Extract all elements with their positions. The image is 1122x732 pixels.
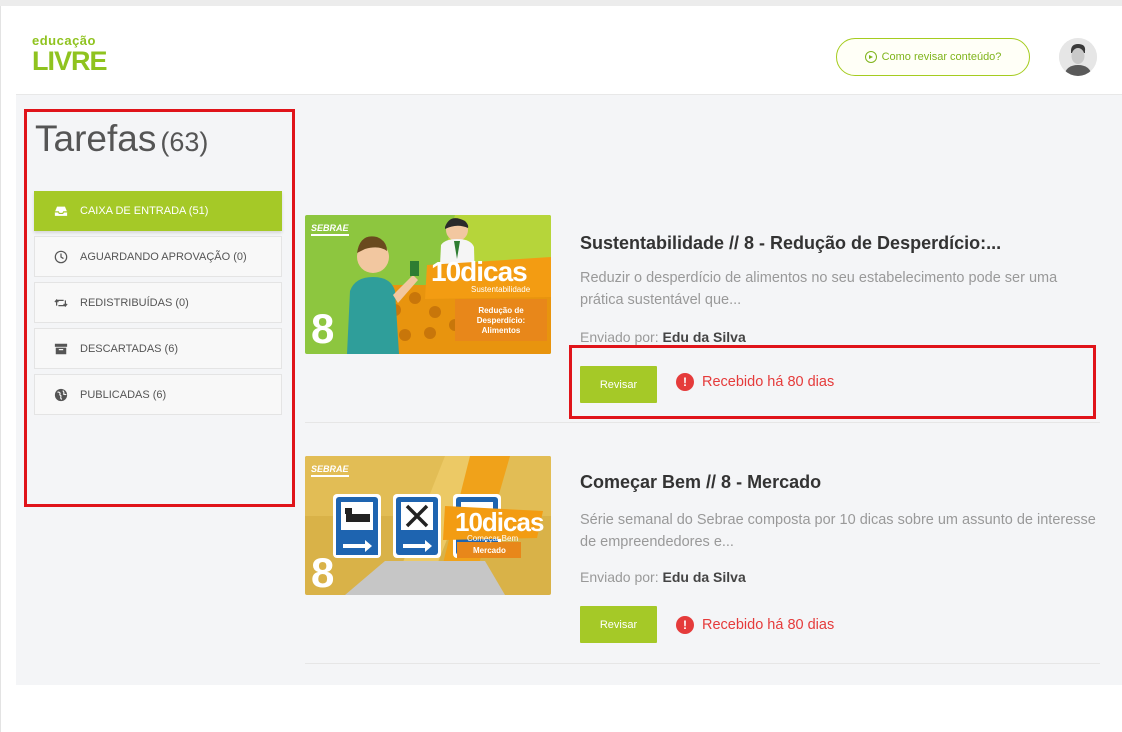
card-divider — [305, 663, 1100, 664]
play-circle-icon — [864, 51, 877, 63]
inbox-icon — [54, 206, 68, 216]
sidebar-item-discarded[interactable]: DESCARTADAS (6) — [34, 328, 282, 369]
sidebar-item-inbox[interactable]: CAIXA DE ENTRADA (51) — [34, 191, 282, 231]
task-description: Série semanal do Sebrae composta por 10 … — [580, 512, 1096, 550]
page-title: Tarefas (63) — [35, 118, 209, 159]
task-card: SEBRAE 8 10dicas Começar Bem Mercado Com… — [305, 456, 1100, 651]
task-count: (63) — [160, 127, 209, 157]
sidebar: CAIXA DE ENTRADA (51) AGUARDANDO APROVAÇ… — [34, 191, 282, 420]
user-avatar-icon — [1059, 38, 1097, 76]
left-border — [0, 6, 1, 732]
task-thumbnail[interactable]: SEBRAE 8 10dicas Começar Bem Mercado — [305, 456, 551, 595]
header: educação LIVRE Como revisar conteúdo? — [16, 8, 1122, 95]
top-border — [0, 0, 1122, 6]
task-sender: Enviado por: Edu da Silva — [580, 569, 746, 585]
sidebar-item-redistributed[interactable]: REDISTRIBUÍDAS (0) — [34, 282, 282, 323]
clock-icon — [54, 250, 68, 263]
avatar[interactable] — [1059, 38, 1097, 76]
received-status: ! Recebido há 80 dias — [676, 616, 834, 634]
task-thumbnail[interactable]: SEBRAE 8 10dicas Sustentabilidade Reduçã… — [305, 215, 551, 354]
how-to-review-button[interactable]: Como revisar conteúdo? — [836, 38, 1030, 76]
received-status: ! Recebido há 80 dias — [676, 373, 834, 391]
alert-icon: ! — [676, 373, 694, 391]
review-button[interactable]: Revisar — [580, 606, 657, 643]
sidebar-item-published[interactable]: PUBLICADAS (6) — [34, 374, 282, 415]
retweet-icon — [54, 298, 68, 307]
globe-icon — [54, 388, 68, 401]
task-description: Reduzir o desperdício de alimentos no se… — [580, 270, 1058, 308]
task-card: SEBRAE 8 10dicas Sustentabilidade Reduçã… — [305, 215, 1100, 410]
sidebar-item-awaiting-approval[interactable]: AGUARDANDO APROVAÇÃO (0) — [34, 236, 282, 277]
task-title[interactable]: Sustentabilidade // 8 - Redução de Despe… — [580, 233, 1001, 254]
review-button[interactable]: Revisar — [580, 366, 657, 403]
card-divider — [305, 422, 1100, 423]
archive-icon — [54, 343, 68, 354]
task-title[interactable]: Começar Bem // 8 - Mercado — [580, 472, 821, 493]
educacao-livre-logo[interactable]: educação LIVRE — [32, 34, 112, 80]
task-sender: Enviado por: Edu da Silva — [580, 329, 746, 345]
alert-icon: ! — [676, 616, 694, 634]
